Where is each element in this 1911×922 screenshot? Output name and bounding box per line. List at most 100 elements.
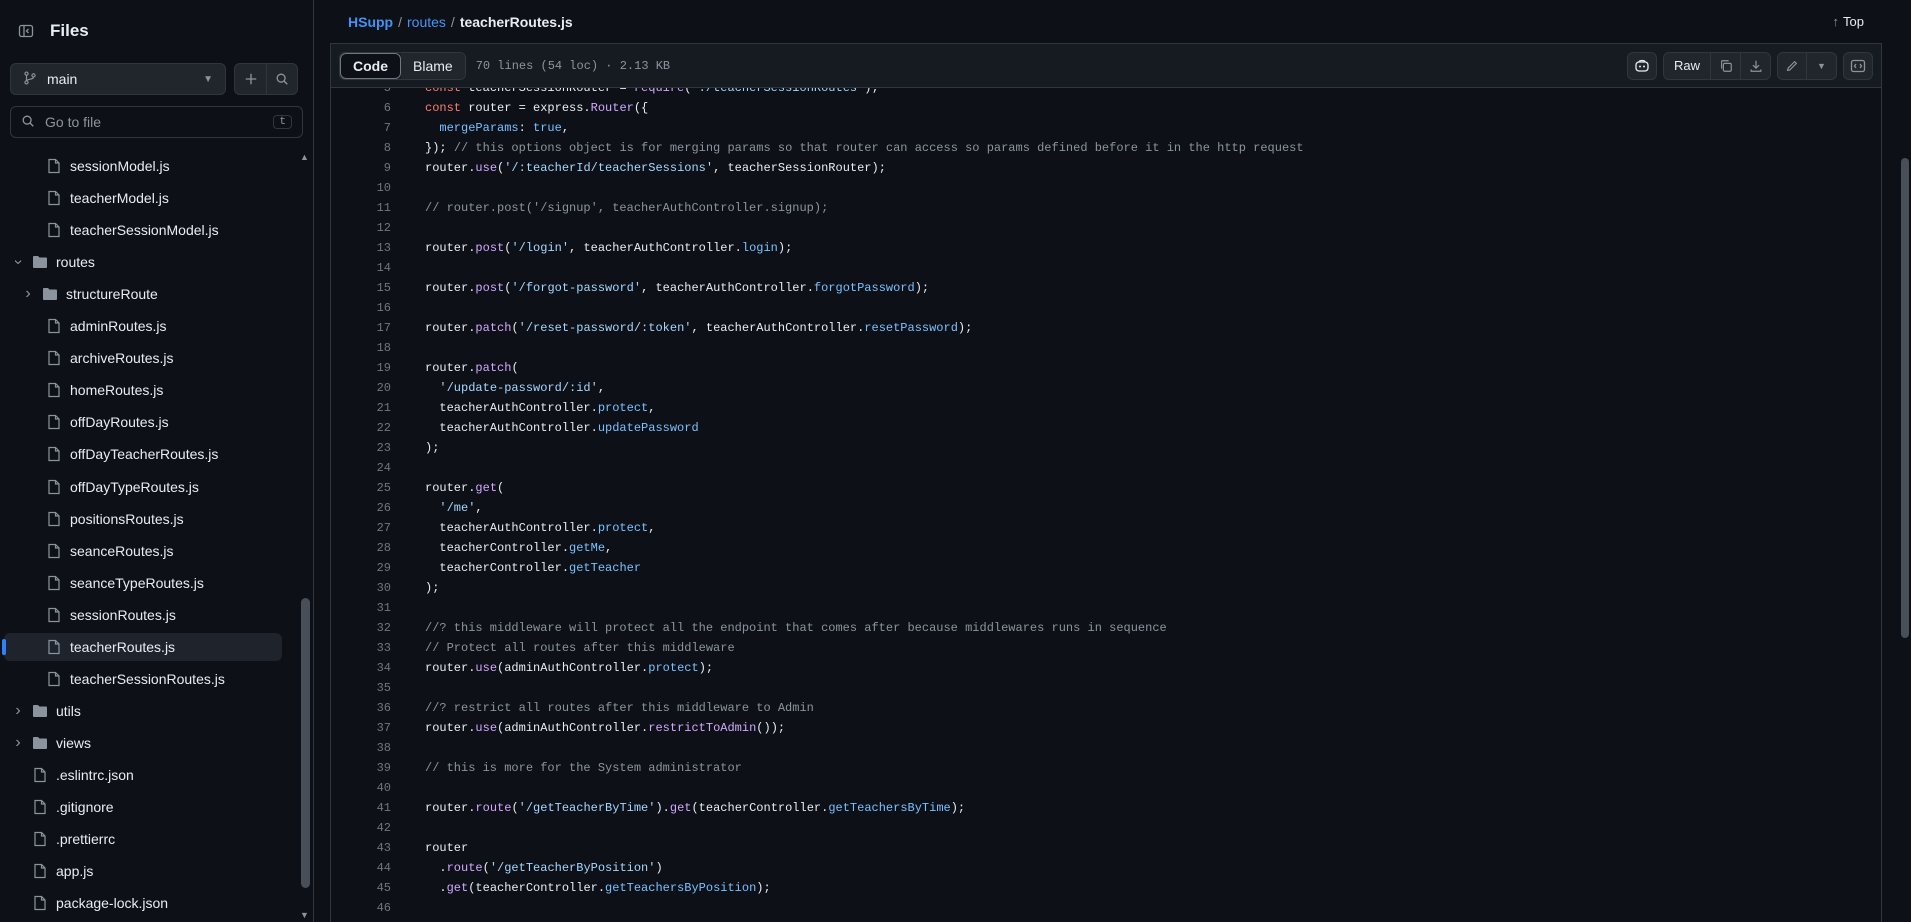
tab-blame[interactable]: Blame xyxy=(401,52,465,79)
pencil-icon[interactable] xyxy=(1777,51,1807,80)
file-tree-item[interactable]: archiveRoutes.js xyxy=(4,344,282,372)
symbols-panel-icon[interactable] xyxy=(1843,51,1873,80)
file-tree-item[interactable]: offDayTypeRoutes.js xyxy=(4,473,282,501)
line-number[interactable]: 5 xyxy=(331,88,391,95)
breadcrumb-folder-link[interactable]: routes xyxy=(407,14,446,30)
back-to-top-button[interactable]: ↑ Top xyxy=(1833,14,1864,29)
line-number[interactable]: 24 xyxy=(331,461,391,475)
chevron-right-icon[interactable]: › xyxy=(10,702,26,720)
code-line: 22 teacherAuthController.updatePassword xyxy=(331,418,1851,438)
code-view[interactable]: 5 const teacherSessionRouter = require('.… xyxy=(330,88,1882,922)
chevron-down-icon[interactable]: ▼ xyxy=(1807,51,1837,80)
line-number[interactable]: 43 xyxy=(331,841,391,855)
code-line: 9 router.use('/:teacherId/teacherSessions… xyxy=(331,158,1851,178)
file-tree-item[interactable]: adminRoutes.js xyxy=(4,312,282,340)
line-number[interactable]: 12 xyxy=(331,221,391,235)
line-number[interactable]: 27 xyxy=(331,521,391,535)
line-number[interactable]: 21 xyxy=(331,401,391,415)
file-tree-sidebar: Files main ▼ Go to file t sessionModel.j… xyxy=(0,0,314,922)
code-text: router.patch('/reset-password/:token', t… xyxy=(425,321,973,335)
code-scroll-thumb[interactable] xyxy=(1901,158,1909,638)
add-file-icon[interactable] xyxy=(235,64,266,94)
file-tree-item[interactable]: teacherSessionModel.js xyxy=(4,216,282,244)
file-tree-item[interactable]: positionsRoutes.js xyxy=(4,505,282,533)
file-tree-item[interactable]: app.js xyxy=(4,857,282,885)
scroll-down-arrow-icon[interactable]: ▼ xyxy=(300,910,309,920)
line-number[interactable]: 13 xyxy=(331,241,391,255)
line-number[interactable]: 17 xyxy=(331,321,391,335)
line-number[interactable]: 34 xyxy=(331,661,391,675)
line-number[interactable]: 18 xyxy=(331,341,391,355)
tab-code[interactable]: Code xyxy=(340,52,401,79)
file-tree-item[interactable]: sessionModel.js xyxy=(4,152,282,180)
sidebar-scrollbar[interactable]: ▲ ▼ xyxy=(297,150,313,922)
collapse-sidebar-icon[interactable] xyxy=(10,15,42,47)
line-number[interactable]: 19 xyxy=(331,361,391,375)
copilot-icon[interactable] xyxy=(1626,51,1657,80)
code-text: teacherAuthController.protect, xyxy=(425,521,656,535)
line-number[interactable]: 41 xyxy=(331,801,391,815)
line-number[interactable]: 6 xyxy=(331,101,391,115)
download-icon[interactable] xyxy=(1741,51,1771,80)
file-tree-item[interactable]: .gitignore xyxy=(4,793,282,821)
folder-tree-item[interactable]: › utils xyxy=(4,697,282,725)
line-number[interactable]: 31 xyxy=(331,601,391,615)
line-number[interactable]: 26 xyxy=(331,501,391,515)
line-number[interactable]: 28 xyxy=(331,541,391,555)
copy-icon[interactable] xyxy=(1711,51,1741,80)
search-icon[interactable] xyxy=(266,64,297,94)
line-number[interactable]: 36 xyxy=(331,701,391,715)
line-number[interactable]: 9 xyxy=(331,161,391,175)
chevron-right-icon[interactable]: › xyxy=(10,734,26,752)
line-number[interactable]: 25 xyxy=(331,481,391,495)
file-tree-item[interactable]: homeRoutes.js xyxy=(4,376,282,404)
sidebar-scroll-thumb[interactable] xyxy=(301,598,310,888)
line-number[interactable]: 32 xyxy=(331,621,391,635)
file-tree: sessionModel.js teacherModel.js teacherSes… xyxy=(0,150,296,922)
line-number[interactable]: 23 xyxy=(331,441,391,455)
line-number[interactable]: 46 xyxy=(331,901,391,915)
line-number[interactable]: 10 xyxy=(331,181,391,195)
chevron-down-icon[interactable]: › xyxy=(9,254,27,270)
line-number[interactable]: 30 xyxy=(331,581,391,595)
line-number[interactable]: 11 xyxy=(331,201,391,215)
line-number[interactable]: 15 xyxy=(331,281,391,295)
line-number[interactable]: 8 xyxy=(331,141,391,155)
line-number[interactable]: 45 xyxy=(331,881,391,895)
file-tree-item[interactable]: offDayTeacherRoutes.js xyxy=(4,440,282,468)
line-number[interactable]: 44 xyxy=(331,861,391,875)
branch-selector-button[interactable]: main ▼ xyxy=(10,63,226,95)
file-tree-item[interactable]: sessionRoutes.js xyxy=(4,601,282,629)
line-number[interactable]: 22 xyxy=(331,421,391,435)
line-number[interactable]: 14 xyxy=(331,261,391,275)
file-tree-item[interactable]: teacherSessionRoutes.js xyxy=(4,665,282,693)
file-tree-item[interactable]: .eslintrc.json xyxy=(4,761,282,789)
breadcrumb-repo-link[interactable]: HSupp xyxy=(348,14,393,30)
code-scrollbar[interactable] xyxy=(1899,88,1911,922)
file-tree-item[interactable]: seanceTypeRoutes.js xyxy=(4,569,282,597)
line-number[interactable]: 40 xyxy=(331,781,391,795)
go-to-file-input[interactable]: Go to file t xyxy=(10,106,303,138)
file-tree-item[interactable]: .prettierrc xyxy=(4,825,282,853)
line-number[interactable]: 37 xyxy=(331,721,391,735)
line-number[interactable]: 33 xyxy=(331,641,391,655)
line-number[interactable]: 38 xyxy=(331,741,391,755)
file-tree-item[interactable]: seanceRoutes.js xyxy=(4,537,282,565)
file-tree-item[interactable]: package-lock.json xyxy=(4,889,282,917)
file-tree-item[interactable]: teacherRoutes.js xyxy=(2,632,282,661)
line-number[interactable]: 39 xyxy=(331,761,391,775)
file-tree-item[interactable]: offDayRoutes.js xyxy=(4,408,282,436)
scroll-up-arrow-icon[interactable]: ▲ xyxy=(300,152,309,162)
line-number[interactable]: 35 xyxy=(331,681,391,695)
line-number[interactable]: 29 xyxy=(331,561,391,575)
line-number[interactable]: 7 xyxy=(331,121,391,135)
file-tree-item[interactable]: teacherModel.js xyxy=(4,184,282,212)
folder-tree-item[interactable]: › routes xyxy=(4,248,282,276)
chevron-right-icon[interactable]: › xyxy=(20,285,36,303)
raw-button[interactable]: Raw xyxy=(1662,51,1711,80)
line-number[interactable]: 20 xyxy=(331,381,391,395)
line-number[interactable]: 16 xyxy=(331,301,391,315)
folder-tree-item[interactable]: › views xyxy=(4,729,282,757)
line-number[interactable]: 42 xyxy=(331,821,391,835)
folder-tree-item[interactable]: › structureRoute xyxy=(4,280,282,308)
